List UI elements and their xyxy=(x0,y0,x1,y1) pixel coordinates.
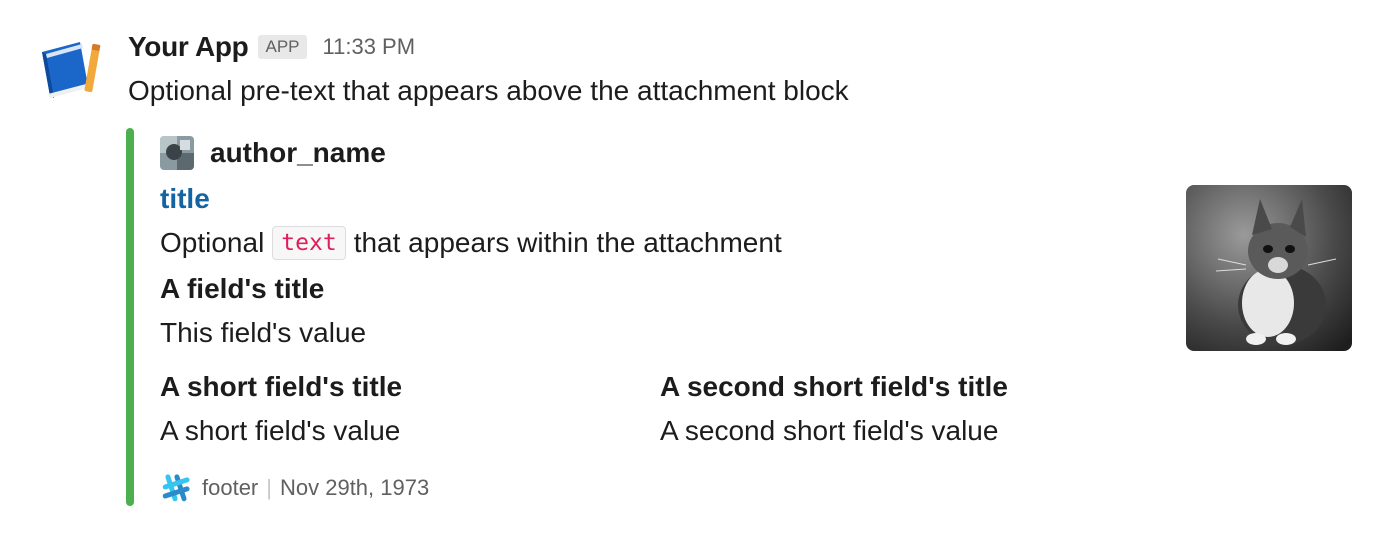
attachment-text: Optional text that appears within the at… xyxy=(160,224,782,262)
slack-hash-icon xyxy=(160,472,192,504)
message-pretext: Optional pre-text that appears above the… xyxy=(128,75,849,106)
field-title: A second short field's title xyxy=(660,371,1008,402)
field-long: A field's title This field's value xyxy=(160,270,366,352)
attachment-author: author_name xyxy=(160,134,386,172)
field-title: A short field's title xyxy=(160,371,403,402)
attachment-text-before: Optional xyxy=(160,227,265,258)
attachment-title-link[interactable]: title xyxy=(160,180,210,218)
message-timestamp[interactable]: 11:33 PM xyxy=(323,34,416,60)
inline-code: text xyxy=(272,226,346,260)
footer-text: footer xyxy=(202,475,259,500)
field-short-2: A second short field's title A second sh… xyxy=(660,368,1008,450)
author-name[interactable]: author_name xyxy=(210,137,386,169)
message-header: Your App APP 11:33 PM xyxy=(128,28,415,66)
field-value: This field's value xyxy=(160,317,367,348)
field-value: A second short field's value xyxy=(660,415,999,446)
book-pencil-icon[interactable] xyxy=(36,34,108,106)
author-photo-icon xyxy=(160,136,194,170)
attachment-text-after: that appears within the attachment xyxy=(353,227,782,258)
app-name[interactable]: Your App xyxy=(128,31,249,63)
app-badge: APP xyxy=(258,35,307,59)
attachment-color-bar xyxy=(126,128,134,506)
footer-separator: | xyxy=(266,475,272,500)
field-short-1: A short field's title A short field's va… xyxy=(160,368,402,450)
field-value: A short field's value xyxy=(160,415,401,446)
field-title: A field's title xyxy=(160,273,325,304)
message: Your App APP 11:33 PM Optional pre-text … xyxy=(0,0,1400,541)
attachment-footer: footer | Nov 29th, 1973 xyxy=(160,472,429,504)
kitten-photo[interactable] xyxy=(1186,185,1352,351)
footer-date: Nov 29th, 1973 xyxy=(279,475,430,500)
